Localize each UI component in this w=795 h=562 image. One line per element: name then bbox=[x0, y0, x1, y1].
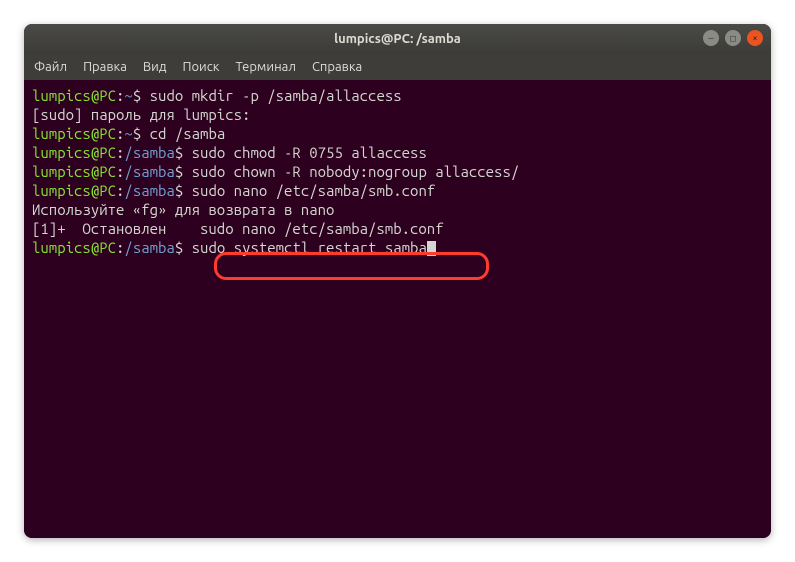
terminal-line: lumpics@PC:~$ sudo mkdir -p /samba/allac… bbox=[32, 86, 763, 105]
terminal-line: lumpics@PC:/samba$ sudo chmod -R 0755 al… bbox=[32, 143, 763, 162]
window-controls: — □ × bbox=[703, 30, 763, 46]
terminal-line: lumpics@PC:/samba$ sudo chown -R nobody:… bbox=[32, 162, 763, 181]
terminal-line: lumpics@PC:~$ cd /samba bbox=[32, 124, 763, 143]
command-text: sudo mkdir -p /samba/allaccess bbox=[150, 87, 402, 104]
terminal-line: [sudo] пароль для lumpics: bbox=[32, 105, 763, 124]
menu-help[interactable]: Справка bbox=[312, 60, 362, 74]
menu-edit[interactable]: Правка bbox=[83, 60, 127, 74]
menu-view[interactable]: Вид bbox=[143, 60, 167, 74]
terminal-line: Используйте «fg» для возврата в nano bbox=[32, 200, 763, 219]
menu-file[interactable]: Файл bbox=[34, 60, 67, 74]
menubar: Файл Правка Вид Поиск Терминал Справка bbox=[24, 54, 771, 80]
command-text: sudo chmod -R 0755 allaccess bbox=[192, 144, 427, 161]
terminal-line: [1]+ Остановлен sudo nano /etc/samba/smb… bbox=[32, 219, 763, 238]
command-text: sudo systemctl restart samba bbox=[192, 239, 427, 256]
terminal-body[interactable]: lumpics@PC:~$ sudo mkdir -p /samba/allac… bbox=[24, 80, 771, 538]
window-title: lumpics@PC: /samba bbox=[334, 32, 461, 46]
minimize-button[interactable]: — bbox=[703, 30, 719, 46]
command-text: cd /samba bbox=[150, 125, 226, 142]
menu-terminal[interactable]: Терминал bbox=[235, 60, 295, 74]
maximize-button[interactable]: □ bbox=[725, 30, 741, 46]
menu-search[interactable]: Поиск bbox=[182, 60, 219, 74]
prompt-path: ~ bbox=[124, 87, 132, 104]
titlebar[interactable]: lumpics@PC: /samba — □ × bbox=[24, 24, 771, 54]
terminal-line: lumpics@PC:/samba$ sudo nano /etc/samba/… bbox=[32, 181, 763, 200]
terminal-line: lumpics@PC:/samba$ sudo systemctl restar… bbox=[32, 238, 763, 257]
command-text: sudo chown -R nobody:nogroup allaccess/ bbox=[192, 163, 520, 180]
command-text: sudo nano /etc/samba/smb.conf bbox=[192, 182, 436, 199]
prompt-user: lumpics@PC bbox=[32, 87, 116, 104]
cursor-icon bbox=[427, 241, 436, 256]
close-button[interactable]: × bbox=[747, 30, 763, 46]
terminal-window: lumpics@PC: /samba — □ × Файл Правка Вид… bbox=[24, 24, 771, 538]
